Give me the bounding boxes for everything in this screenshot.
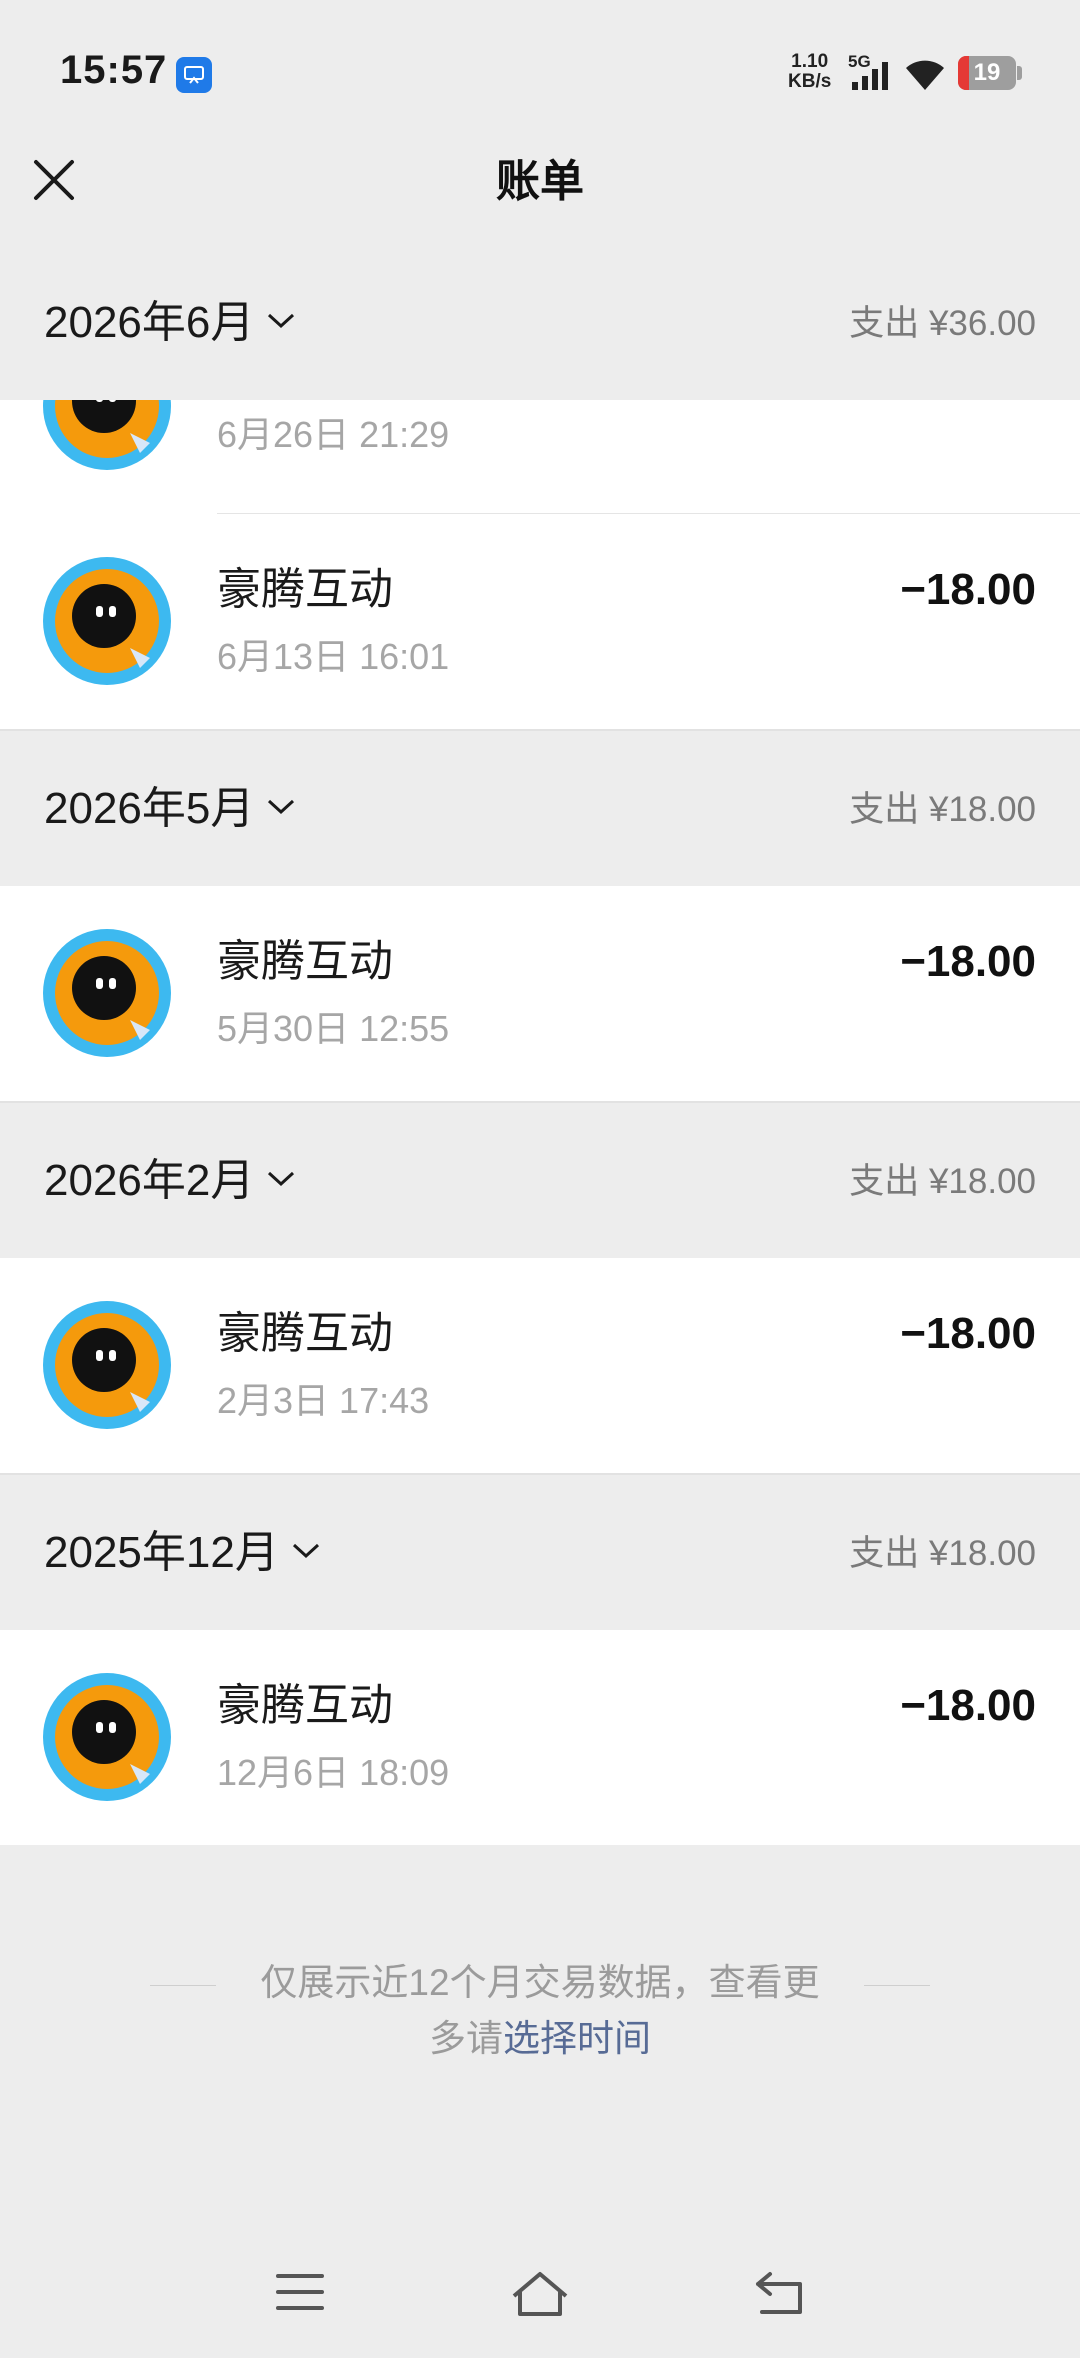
- merchant-avatar-icon: [43, 1301, 171, 1429]
- transaction-amount: −18.00: [900, 937, 1036, 986]
- signal-icon: [852, 62, 888, 90]
- battery-level: 19: [973, 59, 1001, 86]
- month-label: 2025年12月: [44, 1528, 279, 1577]
- transaction-time: 5月30日 12:55: [217, 1008, 450, 1049]
- status-bar: 15:57 1.10 KB/s 5G 19: [0, 0, 1080, 150]
- month-selector[interactable]: 2026年5月: [44, 781, 296, 837]
- month-total: 支出 ¥36.00: [849, 304, 1036, 343]
- transaction-row[interactable]: 豪腾互动 6月13日 16:01 −18.00: [0, 514, 1080, 729]
- system-nav-bar: [0, 2240, 1080, 2358]
- transaction-row[interactable]: 豪腾互动 12月6日 18:09 −18.00: [0, 1630, 1080, 1845]
- transaction-time: 6月13日 16:01: [217, 636, 450, 677]
- transaction-amount: −18.00: [900, 1681, 1036, 1730]
- merchant-name: 豪腾互动: [217, 937, 393, 986]
- note-divider-right: [864, 1985, 930, 1986]
- month-header-2026-02[interactable]: 2026年2月 支出 ¥18.00: [0, 1103, 1080, 1258]
- transaction-row[interactable]: 豪腾互动 2月3日 17:43 −18.00: [0, 1258, 1080, 1473]
- month-label: 2026年5月: [44, 784, 255, 833]
- screen-cast-icon: [176, 57, 212, 93]
- month-selector[interactable]: 2025年12月: [44, 1525, 321, 1581]
- select-time-link[interactable]: 选择时间: [503, 2018, 651, 2059]
- month-total: 支出 ¥18.00: [849, 1162, 1036, 1201]
- month-header-2026-05[interactable]: 2026年5月 支出 ¥18.00: [0, 731, 1080, 886]
- transaction-time: 6月26日 21:29: [217, 414, 450, 455]
- month-label: 2026年6月: [44, 298, 255, 347]
- battery-icon: 19: [958, 56, 1016, 90]
- net-speed-value: 1.10: [791, 51, 829, 72]
- net-speed-unit: KB/s: [788, 71, 832, 92]
- home-icon[interactable]: [510, 2270, 570, 2318]
- transaction-amount: −18.00: [900, 1309, 1036, 1358]
- month-selector[interactable]: 2026年2月: [44, 1153, 296, 1209]
- chevron-down-icon: [268, 1172, 295, 1187]
- net-speed: 1.10 KB/s: [788, 52, 831, 92]
- merchant-name: 豪腾互动: [217, 565, 393, 614]
- battery-cap: [1017, 66, 1022, 80]
- note-divider-left: [150, 1985, 216, 1986]
- page-title: 账单: [496, 157, 584, 206]
- close-icon[interactable]: [32, 158, 76, 202]
- month-label: 2026年2月: [44, 1156, 255, 1205]
- note-prefix: 多请: [429, 2018, 503, 2059]
- transaction-time: 2月3日 17:43: [217, 1380, 430, 1421]
- month-selector[interactable]: 2026年6月: [44, 295, 296, 351]
- merchant-avatar-icon: [43, 557, 171, 685]
- transaction-amount: −18.00: [900, 565, 1036, 614]
- merchant-avatar-icon: [43, 400, 171, 470]
- merchant-avatar-icon: [43, 1673, 171, 1801]
- month-total: 支出 ¥18.00: [849, 790, 1036, 829]
- back-icon[interactable]: [752, 2270, 806, 2316]
- month-header-2026-06[interactable]: 2026年6月 支出 ¥36.00: [0, 245, 1080, 400]
- chevron-down-icon: [268, 800, 295, 815]
- chevron-down-icon: [268, 314, 295, 329]
- note-line-2: 多请选择时间: [240, 2011, 840, 2067]
- transaction-time: 12月6日 18:09: [217, 1752, 450, 1793]
- wifi-icon: [906, 60, 944, 90]
- merchant-name: 豪腾互动: [217, 1309, 393, 1358]
- transaction-row[interactable]: 豪腾互动 5月30日 12:55 −18.00: [0, 886, 1080, 1101]
- merchant-avatar-icon: [43, 929, 171, 1057]
- month-total: 支出 ¥18.00: [849, 1534, 1036, 1573]
- merchant-name: 豪腾互动: [217, 1681, 393, 1730]
- transaction-row[interactable]: 6月26日 21:29: [0, 400, 1080, 514]
- note-line-1: 仅展示近12个月交易数据，查看更: [260, 1962, 820, 2003]
- menu-icon[interactable]: [276, 2270, 324, 2314]
- status-time: 15:57: [60, 48, 168, 92]
- chevron-down-icon: [292, 1544, 319, 1559]
- nav-bar: 账单: [0, 150, 1080, 246]
- month-header-2025-12[interactable]: 2025年12月 支出 ¥18.00: [0, 1475, 1080, 1630]
